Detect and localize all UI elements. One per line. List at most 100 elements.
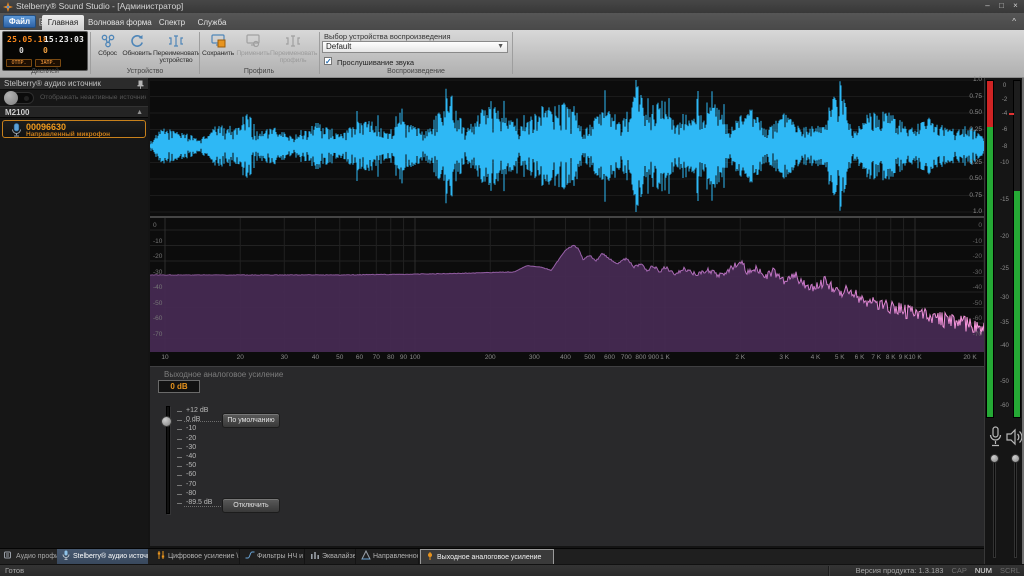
- device-list-item-selected[interactable]: 00096630 Направленный микрофон: [2, 120, 146, 138]
- led-badge-left: ОТПР.: [6, 59, 32, 67]
- meter-scale-label: -30: [995, 295, 1014, 301]
- status-separator: [828, 566, 829, 576]
- refresh-button[interactable]: Обновить: [121, 32, 153, 72]
- listen-checkbox-row[interactable]: ✓ Прослушивание звука: [324, 57, 504, 67]
- spectrum-y-label: -70: [973, 331, 982, 338]
- sidebar-header-label: Stelberry® аудио источник: [4, 79, 101, 88]
- save-profile-button[interactable]: Сохранить: [202, 32, 234, 72]
- spectrum-x-label: 60: [356, 354, 363, 361]
- gain-scale-tick: [177, 411, 182, 412]
- device-group-label: M2100: [5, 108, 29, 117]
- apply-profile-button: Применить: [236, 32, 270, 72]
- ribbon: 25.05.18 15:23:03 0 0 ОТПР. ЗАПР. Диспле…: [0, 30, 1024, 78]
- rename-device-label: Переименовать устройство: [153, 50, 200, 64]
- spectrum-plot: [150, 218, 985, 352]
- device-type: Направленный микрофон: [26, 131, 110, 138]
- listen-label: Прослушивание звука: [337, 58, 414, 67]
- tab-filters[interactable]: Фильтры НЧ и ВЧ: [241, 549, 305, 565]
- spectrum-x-label: 5 K: [835, 354, 845, 361]
- tab-audio-source[interactable]: Stelberry® аудио источник: [57, 549, 148, 565]
- playback-device-value: Default: [326, 42, 351, 51]
- tab-digital-gain[interactable]: Цифровое усиление \ АРУ: [152, 549, 240, 565]
- spectrum-x-label: 8 K: [886, 354, 896, 361]
- tab-directivity-label: Направленность: [373, 553, 419, 560]
- file-menu-button[interactable]: Файл: [3, 15, 36, 28]
- speaker-volume-slider[interactable]: [1014, 454, 1017, 558]
- default-gain-button[interactable]: По умолчанию: [222, 413, 280, 428]
- tab-waveform[interactable]: Волновая форма: [88, 15, 150, 30]
- tab-home[interactable]: Главная: [42, 15, 84, 30]
- meter-scale-label: -25: [995, 266, 1014, 272]
- spectrum-x-label: 900: [648, 354, 659, 361]
- led-display: 25.05.18 15:23:03 0 0 ОТПР. ЗАПР.: [2, 31, 88, 71]
- right-meter-strip: 0-2-4-6-8-10-15-20-25-30-35-40-50-60: [985, 78, 1024, 564]
- waveform-plot: [150, 78, 985, 216]
- waveform-axis-label: 0.50: [952, 109, 982, 116]
- speaker-icon[interactable]: [1006, 426, 1022, 448]
- tab-service[interactable]: Служба: [194, 15, 230, 30]
- restore-button[interactable]: □: [995, 0, 1008, 11]
- microphone-icon[interactable]: [988, 426, 1003, 448]
- meter-scale-label: -40: [995, 343, 1014, 349]
- save-icon: [210, 33, 226, 49]
- equalizer-icon: [310, 550, 320, 560]
- group-label-profile: Профиль: [200, 68, 318, 75]
- spectrum-x-label: 40: [312, 354, 319, 361]
- waveform-axis-label: 0.25: [952, 159, 982, 166]
- tab-directivity[interactable]: Направленность: [357, 549, 419, 565]
- speaker-volume-thumb[interactable]: [1011, 454, 1020, 463]
- spectrum-y-label: -10: [153, 238, 162, 245]
- led-time: 15:23:03: [44, 35, 84, 44]
- tab-audio-profile-label: Аудио профиль: [16, 553, 57, 560]
- tab-output-gain[interactable]: Выходное аналоговое усиление: [420, 549, 554, 565]
- status-ready: Готов: [5, 566, 24, 575]
- spectrum-x-label: 70: [373, 354, 380, 361]
- waveform-axis-label: 0.75: [952, 93, 982, 100]
- rename-device-button[interactable]: Переименовать устройство: [153, 32, 199, 72]
- app-logo-icon: [3, 2, 13, 12]
- playback-device-select[interactable]: Default ▼: [322, 41, 508, 53]
- show-inactive-toggle[interactable]: [4, 92, 34, 104]
- spectrum-x-label: 400: [560, 354, 571, 361]
- spectrum-x-label: 700: [621, 354, 632, 361]
- close-button[interactable]: ×: [1009, 0, 1022, 11]
- spectrum-x-label: 600: [604, 354, 615, 361]
- mic-volume-slider[interactable]: [993, 454, 996, 558]
- gain-scale-tick: [177, 466, 182, 467]
- spectrum-x-label: 7 K: [871, 354, 881, 361]
- waveform-axis-label: 0.75: [952, 192, 982, 199]
- spectrum-x-label: 10 K: [908, 354, 921, 361]
- mute-output-button[interactable]: Отключить: [222, 498, 280, 513]
- gain-scale-label: -70: [186, 481, 196, 488]
- gain-slider-thumb[interactable]: [161, 416, 172, 427]
- spectrum-x-label: 30: [281, 354, 288, 361]
- toggle-knob[interactable]: [4, 91, 18, 105]
- peak-hold-marker: [1009, 113, 1014, 115]
- mic-volume-thumb[interactable]: [990, 454, 999, 463]
- directivity-icon: [361, 550, 371, 560]
- minimize-button[interactable]: –: [981, 0, 994, 11]
- ribbon-collapse-icon[interactable]: ^: [1012, 17, 1016, 26]
- gain-scale-label: +12 dB: [186, 407, 208, 414]
- playback-device-label: Выбор устройства воспроизведения: [324, 32, 451, 41]
- tab-filters-label: Фильтры НЧ и ВЧ: [257, 553, 305, 560]
- tab-equalizer-label: Эквалайзер: [322, 553, 356, 560]
- tab-audio-profile[interactable]: Аудио профиль: [0, 549, 57, 565]
- checkbox-checkmark-icon[interactable]: ✓: [324, 57, 332, 65]
- spectrum-x-label: 500: [584, 354, 595, 361]
- led-date: 25.05.18: [7, 35, 48, 44]
- device-group-header[interactable]: M2100 ▲: [0, 106, 148, 118]
- spectrum-y-label: -60: [973, 315, 982, 322]
- led-counter-right: 0: [43, 46, 48, 55]
- chevron-up-icon[interactable]: ▲: [136, 107, 143, 119]
- refresh-label: Обновить: [122, 50, 151, 57]
- spectrum-x-label: 20 K: [963, 354, 976, 361]
- group-label-playback: Воспроизведение: [321, 68, 511, 75]
- reset-button[interactable]: Сброс: [94, 32, 121, 72]
- meter-scale-label: -50: [995, 379, 1014, 385]
- tab-spectrum[interactable]: Спектр: [154, 15, 190, 30]
- pin-icon[interactable]: [137, 80, 144, 89]
- spectrum-x-label: 9 K: [899, 354, 909, 361]
- spectrum-x-label: 1 K: [660, 354, 670, 361]
- tab-equalizer[interactable]: Эквалайзер: [306, 549, 356, 565]
